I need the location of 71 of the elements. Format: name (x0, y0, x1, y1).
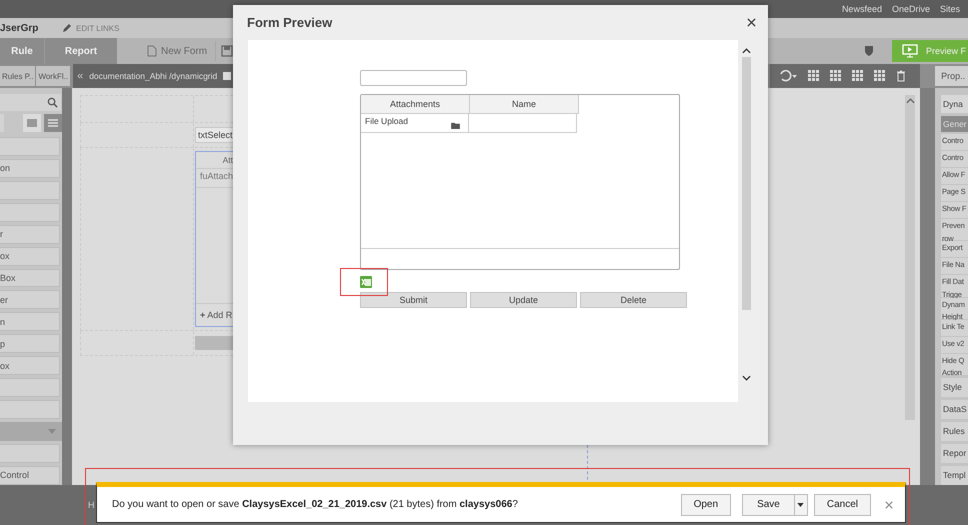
chevron-up-icon[interactable] (742, 48, 750, 54)
dialog-button[interactable]: Open (680, 494, 732, 516)
shield-icon[interactable] (864, 45, 874, 57)
toolbox-item[interactable]: r (0, 224, 60, 244)
column-header: Attachments (361, 95, 470, 114)
column-header: Name (470, 95, 579, 114)
chevron-down-icon[interactable] (742, 375, 750, 381)
dialog-button[interactable]: Save (742, 494, 795, 516)
monitor-play-icon (902, 44, 918, 58)
dialog-title: Form Preview (247, 15, 332, 30)
toolbox-item[interactable]: on (0, 158, 60, 178)
trash-icon[interactable] (896, 70, 906, 82)
property-group[interactable]: Style (941, 378, 968, 397)
close-icon[interactable] (885, 500, 893, 508)
properties-tab[interactable]: Prop.. (935, 66, 968, 86)
save-icon[interactable] (221, 45, 234, 57)
scrollbar[interactable] (905, 95, 915, 420)
file-upload-label: File Upload (365, 116, 408, 126)
search-icon (47, 96, 58, 108)
form-button[interactable]: Update (470, 292, 577, 308)
new-form-button[interactable]: New Form (139, 41, 216, 61)
panel-tab[interactable]: Rules P.. (0, 66, 36, 86)
folder-icon[interactable] (451, 122, 460, 129)
checkbox[interactable] (223, 72, 232, 80)
top-link[interactable]: OneDrive (892, 4, 930, 14)
toolbox-item[interactable]: Box (0, 268, 60, 288)
caret-icon (797, 502, 804, 506)
download-message: Do you want to open or save ClaysysExcel_02_21_2019.csv (21 bytes) from claysys066? (112, 499, 518, 510)
toolbox-item[interactable]: Control (0, 466, 60, 485)
panel-tab[interactable]: WorkFl.. (36, 66, 70, 86)
close-icon[interactable] (747, 18, 756, 27)
property-group[interactable]: Rules (941, 422, 968, 441)
collapse-icon[interactable]: « (77, 70, 84, 82)
top-link[interactable]: Newsfeed (842, 4, 882, 14)
annotation-frame (340, 268, 388, 296)
property-group[interactable]: DataS (941, 400, 968, 419)
toolbox-item[interactable]: ox (0, 356, 60, 376)
dropdown-button[interactable] (794, 494, 808, 516)
form-button[interactable]: Submit (360, 292, 467, 308)
grid-view-icon[interactable] (23, 114, 41, 132)
search-field[interactable] (0, 94, 61, 111)
document-icon (147, 45, 157, 57)
table-cell[interactable] (469, 114, 577, 133)
dialog-button[interactable]: Cancel (814, 494, 871, 516)
form-button[interactable]: Delete (580, 292, 687, 308)
toolbox-item[interactable]: n (0, 312, 60, 332)
pencil-icon (62, 23, 72, 33)
grid-layout-icon[interactable] (852, 70, 864, 82)
toolbox-item[interactable]: ox (0, 246, 60, 266)
spreadsheet-icon[interactable] (360, 276, 372, 288)
property-group[interactable]: Repor (941, 444, 968, 463)
site-title: JserGrp (0, 22, 40, 34)
status-text: H (88, 500, 94, 510)
grid-layout-icon[interactable] (874, 70, 886, 82)
grid-layout-icon[interactable] (830, 70, 842, 82)
scroll-thumb[interactable] (742, 57, 750, 310)
toolbox-item[interactable]: p (0, 334, 60, 354)
control-name-field[interactable]: Dyna (941, 95, 968, 113)
input-field[interactable] (360, 70, 467, 86)
toolbox-item[interactable]: er (0, 290, 60, 310)
property-group[interactable]: Templ (941, 466, 968, 485)
ribbon-tab[interactable]: Rule (0, 38, 44, 64)
undo-icon[interactable] (778, 70, 798, 82)
grid-layout-icon[interactable] (808, 70, 820, 82)
breadcrumb: documentation_Abhi /dynamicgrid (89, 71, 218, 81)
ribbon-tab[interactable]: Report (44, 38, 117, 64)
top-link[interactable]: Sites (940, 4, 960, 14)
list-view-icon[interactable] (44, 114, 62, 132)
edit-links-link[interactable]: EDIT LINKS (76, 24, 120, 32)
select-field[interactable]: txtSelect (195, 127, 233, 143)
caret-icon (48, 429, 56, 434)
